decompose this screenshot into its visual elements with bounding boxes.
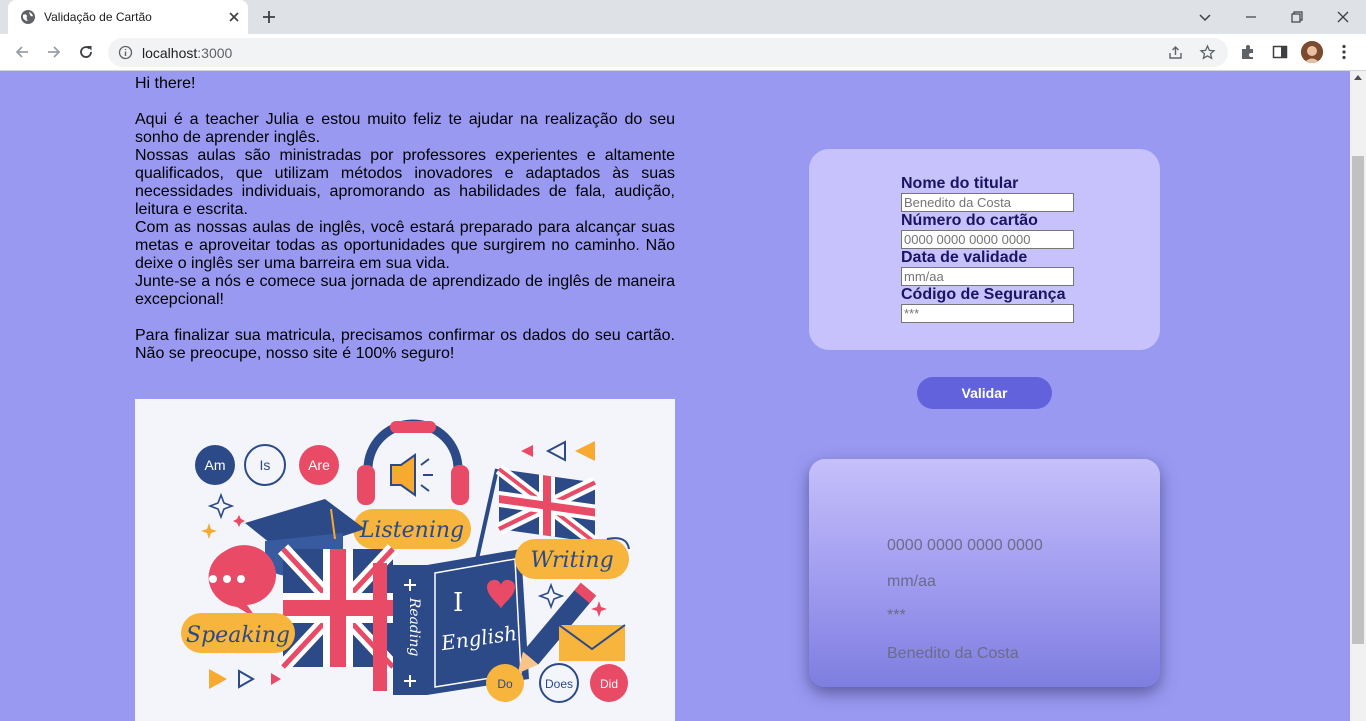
browser-toolbar: localhost:3000 xyxy=(0,34,1366,71)
browser-menu-icon[interactable] xyxy=(1335,43,1353,61)
tab-title: Validação de Cartão xyxy=(44,10,152,24)
scrollbar-thumb[interactable] xyxy=(1352,156,1364,644)
new-tab-icon[interactable] xyxy=(260,8,278,26)
intro-paragraph-4: Junte-se a nós e comece sua jornada de a… xyxy=(135,273,675,308)
scroll-up-arrow-icon[interactable] xyxy=(1354,75,1362,80)
minimize-icon[interactable] xyxy=(1240,6,1262,28)
intro-paragraph-1: Aqui é a teacher Julia e estou muito fel… xyxy=(135,111,675,146)
bookmark-star-icon[interactable] xyxy=(1199,44,1216,61)
speaking-text: Speaking xyxy=(186,623,290,648)
greeting: Hi there! xyxy=(135,75,196,92)
card-preview-number: 0000 0000 0000 0000 xyxy=(887,537,1043,554)
bubble-did-text: Did xyxy=(600,677,618,691)
validate-button[interactable]: Validar xyxy=(917,377,1052,409)
globe-icon xyxy=(21,10,35,24)
avatar-icon xyxy=(1301,41,1323,63)
book-i-text: I xyxy=(453,588,463,618)
intro-paragraph-2: Nossas aulas são ministradas por profess… xyxy=(135,147,675,218)
writing-text: Writing xyxy=(530,548,613,573)
triangle-icon xyxy=(545,440,566,462)
tab-search-chevron-icon[interactable] xyxy=(1194,6,1216,28)
address-bar[interactable]: localhost:3000 xyxy=(108,38,1228,67)
intro-text: Hi there! Aqui é a teacher Julia e estou… xyxy=(135,75,675,363)
card-number-input[interactable] xyxy=(901,230,1074,249)
security-code-label: Código de Segurança xyxy=(901,286,1066,303)
url-host: localhost xyxy=(142,45,198,61)
side-panel-icon[interactable] xyxy=(1271,43,1289,61)
triangle-icon xyxy=(521,445,533,457)
browser-tab[interactable]: Validação de Cartão xyxy=(8,0,248,34)
intro-paragraph-5: Para finalizar sua matricula, precisamos… xyxy=(135,327,675,362)
expiry-label: Data de validade xyxy=(901,249,1028,266)
card-preview-expiry: mm/aa xyxy=(887,573,936,590)
reload-icon[interactable] xyxy=(76,42,96,62)
sound-waves-icon xyxy=(420,458,433,492)
bubble-am-text: Am xyxy=(205,457,226,473)
close-window-icon[interactable] xyxy=(1332,6,1354,28)
uk-flag-book-icon xyxy=(277,544,399,691)
speaker-icon xyxy=(390,453,416,497)
sparkle-icon xyxy=(233,515,245,527)
triangle-icon xyxy=(575,441,595,461)
play-icon xyxy=(238,669,256,689)
url-text: localhost:3000 xyxy=(142,45,232,61)
bubble-is-text: Is xyxy=(260,457,271,473)
site-info-icon[interactable] xyxy=(118,45,133,60)
back-arrow-icon[interactable] xyxy=(12,42,32,62)
sparkle-icon xyxy=(591,601,607,617)
english-learning-illustration: Am Is Are Listening Reading I English Wr… xyxy=(135,399,675,721)
intro-paragraph-3: Com as nossas aulas de inglês, você esta… xyxy=(135,219,675,272)
sparkle-icon xyxy=(537,582,565,610)
browser-tab-strip: Validação de Cartão xyxy=(0,0,1366,34)
chat-dot xyxy=(209,575,217,583)
headphone-left-icon xyxy=(357,465,375,505)
restore-icon[interactable] xyxy=(1286,6,1308,28)
page-scrollbar[interactable] xyxy=(1350,71,1366,721)
security-code-input[interactable] xyxy=(901,304,1074,323)
card-preview-holder: Benedito da Costa xyxy=(887,645,1019,662)
card-form: Nome do titular Número do cartão Data de… xyxy=(809,149,1160,350)
holder-label: Nome do titular xyxy=(901,175,1019,192)
envelope-icon xyxy=(558,624,626,661)
holder-input[interactable] xyxy=(901,193,1074,212)
url-port: :3000 xyxy=(197,45,233,61)
flag-pole xyxy=(475,468,499,560)
illustration-svg: Am Is Are Listening Reading I English Wr… xyxy=(181,419,630,703)
forward-arrow-icon[interactable] xyxy=(44,42,64,62)
listening-text: Listening xyxy=(359,518,464,543)
chat-dot xyxy=(223,575,231,583)
expiry-input[interactable] xyxy=(901,267,1074,286)
card-preview: 0000 0000 0000 0000 mm/aa *** Benedito d… xyxy=(809,459,1160,687)
bubble-does-text: Does xyxy=(545,677,573,691)
reading-text: Reading xyxy=(406,597,422,657)
profile-avatar[interactable] xyxy=(1301,41,1323,63)
play-icon xyxy=(271,673,281,685)
close-tab-icon[interactable] xyxy=(226,9,242,25)
bubble-do-text: Do xyxy=(497,677,513,691)
uk-flag-icon xyxy=(495,464,599,548)
headphone-right-icon xyxy=(451,465,469,505)
sparkle-icon xyxy=(207,492,235,520)
page-viewport: Hi there! Aqui é a teacher Julia e estou… xyxy=(0,71,1350,721)
extensions-puzzle-icon[interactable] xyxy=(1239,43,1257,61)
card-preview-cvv: *** xyxy=(887,607,906,624)
share-icon[interactable] xyxy=(1167,44,1184,61)
sparkle-icon xyxy=(201,523,217,539)
card-number-label: Número do cartão xyxy=(901,212,1038,229)
bubble-are-text: Are xyxy=(308,457,330,473)
play-icon xyxy=(209,669,227,689)
headphones-pad xyxy=(390,421,436,433)
chat-dot xyxy=(237,575,245,583)
